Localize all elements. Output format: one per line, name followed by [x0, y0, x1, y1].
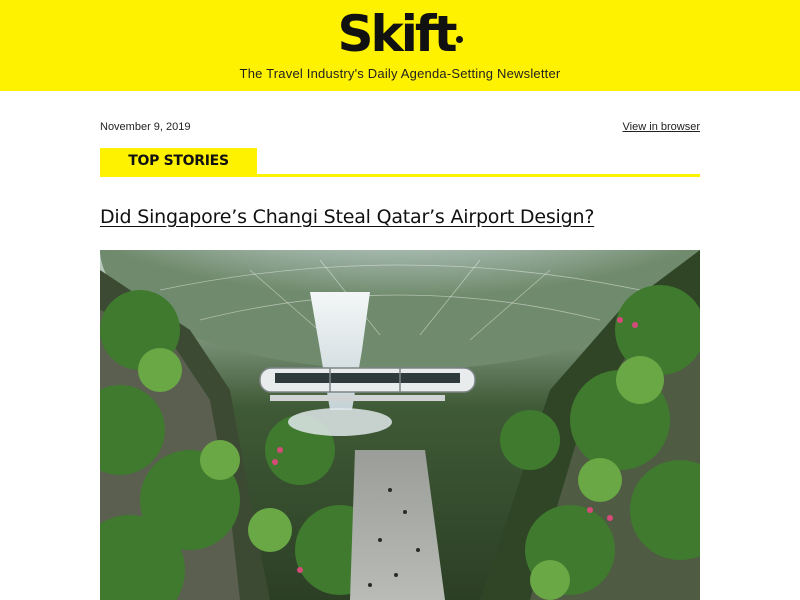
story-hero-image[interactable]	[100, 250, 700, 600]
view-in-browser-link[interactable]: View in browser	[623, 121, 700, 133]
logo-text: Skift	[337, 5, 457, 63]
newsletter-header: Skift The Travel Industry's Daily Agenda…	[0, 0, 800, 91]
hero-photo-icon	[100, 250, 700, 600]
skift-logo[interactable]: Skift	[0, 6, 800, 62]
section-label-top-stories: TOP STORIES	[100, 148, 257, 175]
newsletter-tagline: The Travel Industry's Daily Agenda-Setti…	[239, 66, 561, 81]
logo-dot-icon	[455, 36, 463, 43]
issue-date: November 9, 2019	[100, 121, 191, 133]
story-headline-link[interactable]: Did Singapore’s Changi Steal Qatar’s Air…	[100, 206, 700, 228]
section-divider	[100, 174, 700, 177]
